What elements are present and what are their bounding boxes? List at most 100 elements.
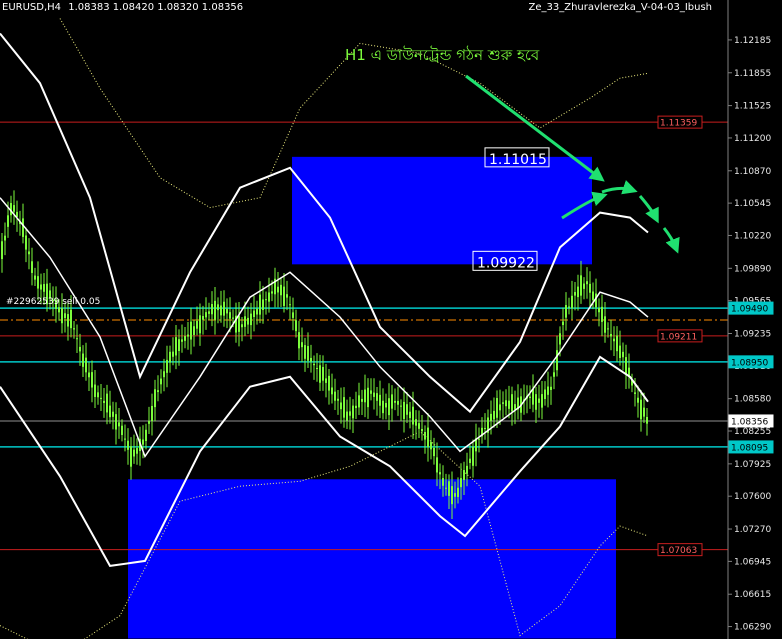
axis-tick-label: 1.08255 bbox=[734, 427, 771, 437]
candle-body bbox=[562, 321, 564, 326]
candle-body bbox=[592, 291, 594, 300]
price-chart[interactable]: 1.12185 1.11855 1.11525 1.11200 1.10870 1.105… bbox=[0, 0, 782, 639]
candle-body bbox=[61, 308, 63, 324]
candle-body bbox=[490, 413, 492, 421]
candle-body bbox=[610, 333, 612, 337]
candle-body bbox=[223, 301, 225, 316]
candle-body bbox=[43, 284, 45, 292]
candle-body bbox=[316, 367, 318, 369]
axis-tick-label: 1.11200 bbox=[734, 134, 771, 144]
candle-body bbox=[229, 312, 231, 319]
axis-tick-label: 1.08580 bbox=[734, 395, 771, 405]
candle-body bbox=[493, 410, 495, 420]
candle-body bbox=[550, 386, 552, 390]
trend-arrow-down-2 bbox=[662, 227, 680, 254]
candle-body bbox=[418, 423, 420, 429]
level-price-tag-label: 1.08950 bbox=[731, 358, 768, 368]
axis-tick-label: 1.09890 bbox=[734, 264, 771, 274]
candle-body bbox=[85, 357, 87, 373]
candle-body bbox=[376, 393, 378, 401]
candle-body bbox=[607, 328, 609, 330]
candle-body bbox=[211, 304, 213, 315]
candle-body bbox=[124, 438, 126, 440]
candle-body bbox=[469, 458, 471, 463]
candle-body bbox=[304, 345, 306, 359]
candle-body bbox=[208, 311, 210, 314]
level-price-tag-label: 1.08095 bbox=[731, 443, 768, 453]
candle-body bbox=[67, 314, 69, 327]
candle-body bbox=[4, 235, 6, 241]
candle-body bbox=[160, 378, 162, 385]
candle-body bbox=[463, 470, 465, 481]
candle-body bbox=[598, 308, 600, 313]
candle-body bbox=[445, 487, 447, 489]
candle-body bbox=[451, 486, 453, 505]
candle-body bbox=[187, 334, 189, 337]
candle-body bbox=[58, 307, 60, 313]
order-label: #22962539 sell 0.05 bbox=[6, 297, 101, 307]
candle-body bbox=[388, 398, 390, 416]
candle-body bbox=[7, 215, 9, 227]
candle-body bbox=[175, 337, 177, 356]
candle-body bbox=[64, 313, 66, 319]
candle-body bbox=[40, 284, 42, 290]
candle-body bbox=[619, 345, 621, 358]
candle-body bbox=[511, 394, 513, 412]
candle-body bbox=[103, 400, 105, 403]
candle-body bbox=[295, 320, 297, 332]
candle-body bbox=[190, 321, 192, 340]
indicator-name: Ze_33_Zhuravlerezka_V-04-03_Ibush bbox=[528, 2, 712, 13]
axis-tick-label: 1.11525 bbox=[734, 102, 771, 112]
candle-body bbox=[244, 316, 246, 327]
candle-body bbox=[634, 392, 636, 394]
candle-body bbox=[154, 389, 156, 408]
candle-body bbox=[181, 339, 183, 342]
candle-body bbox=[232, 317, 234, 319]
candle-body bbox=[508, 400, 510, 409]
candle-body bbox=[409, 411, 411, 419]
candle-body bbox=[454, 493, 456, 497]
candle-body bbox=[643, 407, 645, 417]
axis-tick-label: 1.07925 bbox=[734, 460, 771, 470]
axis-tick-label: 1.07270 bbox=[734, 525, 771, 535]
candle-body bbox=[484, 427, 486, 429]
candle-body bbox=[253, 310, 255, 318]
candle-body bbox=[289, 304, 291, 306]
candle-body bbox=[499, 404, 501, 411]
candle-body bbox=[352, 405, 354, 419]
candle-body bbox=[571, 295, 573, 309]
candle-body bbox=[283, 286, 285, 306]
candle-body bbox=[442, 478, 444, 486]
candle-body bbox=[268, 292, 270, 302]
candle-body bbox=[88, 372, 90, 378]
candle-body bbox=[385, 403, 387, 408]
candle-body bbox=[382, 400, 384, 414]
candle-body bbox=[193, 326, 195, 335]
axis-tick-label: 1.06615 bbox=[734, 590, 771, 600]
zone-bottom-price-label: 1.09922 bbox=[477, 255, 535, 271]
candle-body bbox=[646, 416, 648, 424]
level-price-tag-label: 1.09490 bbox=[731, 305, 768, 315]
candle-body bbox=[298, 332, 300, 349]
candle-body bbox=[109, 405, 111, 418]
candle-body bbox=[151, 405, 153, 422]
candle-body bbox=[31, 261, 33, 273]
axis-tick-label: 1.11855 bbox=[734, 69, 771, 79]
axis-tick-label: 1.10545 bbox=[734, 199, 771, 209]
candle-body bbox=[568, 306, 570, 308]
candle-body bbox=[589, 283, 591, 293]
candle-body bbox=[613, 338, 615, 342]
candle-body bbox=[94, 384, 96, 397]
candle-body bbox=[349, 411, 351, 416]
candle-body bbox=[172, 351, 174, 357]
candle-body bbox=[91, 372, 93, 388]
candle-body bbox=[256, 308, 258, 315]
candle-body bbox=[379, 394, 381, 406]
candle-body bbox=[565, 305, 567, 318]
candle-body bbox=[97, 392, 99, 398]
candle-body bbox=[424, 431, 426, 440]
candle-body bbox=[364, 389, 366, 403]
candle-body bbox=[355, 405, 357, 409]
candle-body bbox=[322, 366, 324, 381]
candle-body bbox=[430, 442, 432, 450]
